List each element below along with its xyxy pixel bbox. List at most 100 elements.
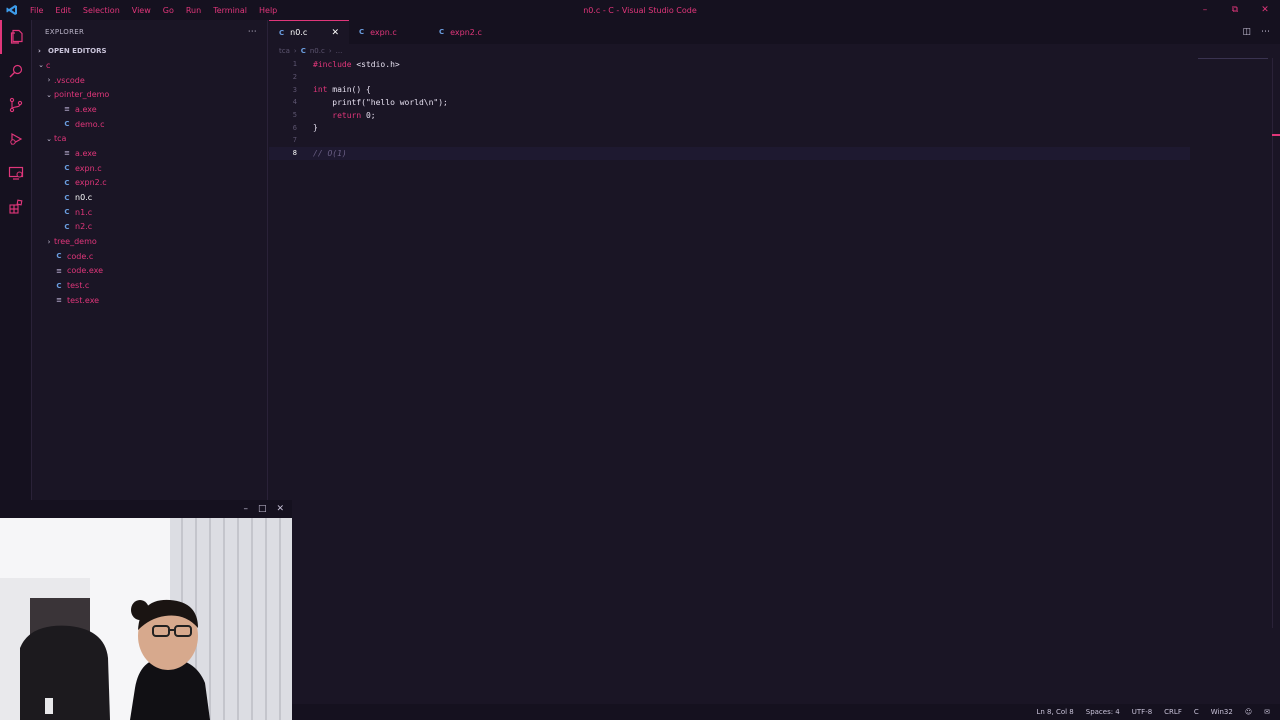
menu-view[interactable]: View <box>126 6 157 15</box>
tree-item-label: test.exe <box>67 295 100 305</box>
split-editor-icon[interactable]: ◫ <box>1242 27 1251 37</box>
tree-item[interactable]: ⌄ pointer_demo <box>32 87 267 102</box>
breadcrumb-symbol[interactable]: ... <box>336 47 343 55</box>
tree-item[interactable]: Ccode.c <box>32 249 267 264</box>
chevron-down-icon: ⌄ <box>38 61 44 70</box>
line-number: 7 <box>292 136 297 145</box>
webcam-overlay[interactable]: – □ ✕ <box>0 500 292 720</box>
breadcrumb-folder[interactable]: tca <box>279 47 290 55</box>
webcam-titlebar: – □ ✕ <box>0 500 292 518</box>
tree-item-label: n2.c <box>75 222 93 232</box>
tree-item[interactable]: Cn1.c <box>32 205 267 220</box>
tree-item[interactable]: Ctest.c <box>32 278 267 293</box>
tree-item[interactable]: Cexpn.c <box>32 161 267 176</box>
source-control-icon[interactable] <box>0 88 32 122</box>
tree-item[interactable]: ⌄ c <box>32 58 267 73</box>
cursor-position[interactable]: Ln 8, Col 8 <box>1036 708 1073 716</box>
minimap[interactable] <box>1198 58 1268 68</box>
exe-file-icon: ≡ <box>56 296 62 305</box>
notifications-icon[interactable]: ✉ <box>1264 708 1270 716</box>
chevron-down-icon: ⌄ <box>46 134 52 143</box>
line-number: 1 <box>292 60 297 69</box>
tab-actions: ◫ ⋯ <box>1242 20 1270 44</box>
c-file-icon: C <box>279 28 285 37</box>
c-file-icon: C <box>300 47 306 55</box>
tree-item[interactable]: Cdemo.c <box>32 117 267 132</box>
file-tree: ⌄ c › .vscode ⌄ pointer_demo ≡ a.exe Cdemo.c ⌄ tca… <box>32 58 267 308</box>
tree-item[interactable]: ≡ a.exe <box>32 102 267 117</box>
tree-item[interactable]: Cn0.c <box>32 190 267 205</box>
indentation[interactable]: Spaces: 4 <box>1086 708 1120 716</box>
menu-terminal[interactable]: Terminal <box>207 6 253 15</box>
code-line[interactable]: 5 return 0; <box>269 109 1269 122</box>
tree-item[interactable]: ≡ code.exe <box>32 264 267 279</box>
more-actions-icon[interactable]: ⋯ <box>248 27 257 37</box>
webcam-feed <box>0 518 292 720</box>
run-debug-icon[interactable] <box>0 122 32 156</box>
tree-item[interactable]: ≡ test.exe <box>32 293 267 308</box>
minimize-icon[interactable]: – <box>243 504 248 514</box>
menu-go[interactable]: Go <box>157 6 180 15</box>
code-line[interactable]: 1 #include <stdio.h> <box>269 58 1269 71</box>
c-file-icon: C <box>64 178 70 187</box>
close-icon[interactable]: ✕ <box>1250 0 1280 20</box>
minimize-icon[interactable]: – <box>1190 0 1220 20</box>
maximize-icon[interactable]: □ <box>258 504 267 514</box>
extensions-icon[interactable] <box>0 190 32 224</box>
code-token: <stdio.h> <box>351 59 400 69</box>
language-mode[interactable]: C <box>1194 708 1199 716</box>
menu-run[interactable]: Run <box>180 6 207 15</box>
tab-expn2[interactable]: C expn2.c <box>429 20 509 44</box>
code-line[interactable]: 6} <box>269 121 1269 134</box>
restore-icon[interactable]: ⧉ <box>1220 0 1250 20</box>
remote-explorer-icon[interactable] <box>0 156 32 190</box>
line-ending[interactable]: CRLF <box>1164 708 1182 716</box>
editor-tabs: C n0.c ✕ C expn.c C expn2.c ◫ ⋯ <box>269 20 1280 44</box>
more-actions-icon[interactable]: ⋯ <box>1261 27 1270 37</box>
close-icon[interactable]: ✕ <box>331 28 339 38</box>
c-file-icon: C <box>64 208 70 217</box>
tab-label: expn2.c <box>450 27 482 37</box>
tree-item[interactable]: ⌄ tca <box>32 131 267 146</box>
menu-selection[interactable]: Selection <box>77 6 126 15</box>
explorer-icon[interactable] <box>0 20 32 54</box>
code-token: ); <box>438 97 448 107</box>
code-line[interactable]: 7 <box>269 134 1269 147</box>
c-file-icon: C <box>64 164 70 173</box>
tab-n0[interactable]: C n0.c ✕ <box>269 20 349 44</box>
tab-expn[interactable]: C expn.c <box>349 20 429 44</box>
line-number: 4 <box>292 98 297 107</box>
tree-item[interactable]: › .vscode <box>32 73 267 88</box>
menu-help[interactable]: Help <box>253 6 283 15</box>
close-icon[interactable]: ✕ <box>276 504 284 514</box>
tree-item[interactable]: › tree_demo <box>32 234 267 249</box>
chevron-down-icon: ⌄ <box>46 90 52 99</box>
line-number: 2 <box>292 73 297 82</box>
tab-label: expn.c <box>370 27 397 37</box>
code-line[interactable]: 3 int main() { <box>269 83 1269 96</box>
breadcrumb-file[interactable]: n0.c <box>310 47 325 55</box>
configuration[interactable]: Win32 <box>1211 708 1233 716</box>
menu-bar: File Edit Selection View Go Run Terminal… <box>24 6 283 15</box>
vertical-scrollbar[interactable] <box>1272 58 1280 628</box>
code-token: 0; <box>361 110 376 120</box>
tree-item[interactable]: ≡ a.exe <box>32 146 267 161</box>
encoding[interactable]: UTF-8 <box>1132 708 1152 716</box>
exe-file-icon: ≡ <box>56 266 62 275</box>
line-number: 5 <box>292 111 297 120</box>
tree-item[interactable]: Cexpn2.c <box>32 176 267 191</box>
code-line[interactable]: 8 // O(1) <box>269 146 1190 160</box>
code-line[interactable]: 2 <box>269 71 1269 84</box>
menu-file[interactable]: File <box>24 6 49 15</box>
code-editor[interactable]: 1 #include <stdio.h> 2 3 int main() {4 print… <box>269 58 1269 698</box>
menu-edit[interactable]: Edit <box>49 6 77 15</box>
c-file-icon: C <box>359 28 365 36</box>
c-file-icon: C <box>64 193 70 202</box>
open-editors-section[interactable]: › OPEN EDITORS <box>32 44 267 58</box>
feedback-icon[interactable]: ☺ <box>1245 708 1252 716</box>
tree-item[interactable]: Cn2.c <box>32 220 267 235</box>
code-line[interactable]: 4 printf("hello world\n"); <box>269 96 1269 109</box>
explorer-title: EXPLORER <box>45 28 85 36</box>
tree-item-label: .vscode <box>54 75 85 85</box>
search-icon[interactable] <box>0 54 32 88</box>
